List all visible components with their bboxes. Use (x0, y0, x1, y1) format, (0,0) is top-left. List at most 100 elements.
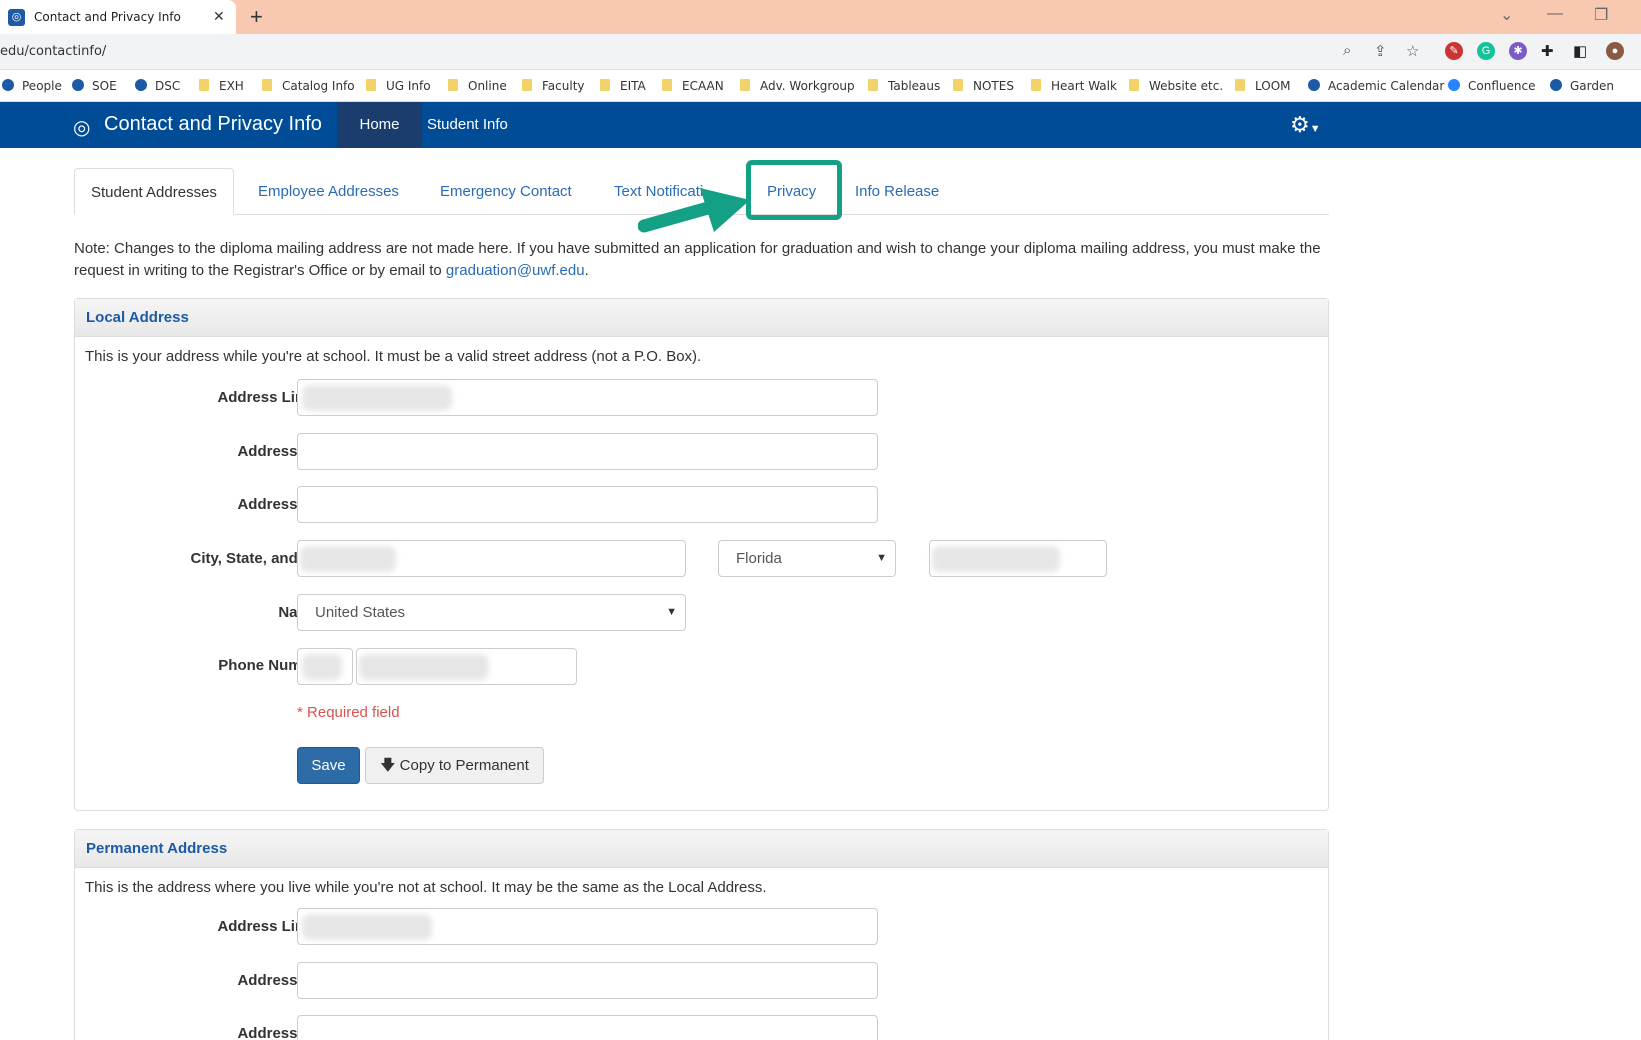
perm-address-line-1-input[interactable] (297, 908, 878, 945)
close-icon[interactable]: ✕ (213, 8, 225, 25)
bookmark[interactable]: Catalog Info (262, 79, 355, 93)
bookmark[interactable]: Heart Walk (1031, 79, 1117, 93)
bookmark[interactable]: DSC (135, 79, 180, 93)
state-select[interactable]: Florida ▼ (718, 540, 896, 577)
tab-info-release[interactable]: Info Release (855, 168, 939, 215)
chevron-down-icon: ▼ (1309, 123, 1321, 135)
chevron-down-icon: ▼ (876, 552, 887, 564)
bookmark[interactable]: NOTES (953, 79, 1014, 93)
folder-icon (522, 79, 532, 91)
uwf-swirl-icon (2, 79, 14, 91)
address-line-3-input[interactable] (297, 486, 878, 523)
folder-icon (868, 79, 878, 91)
puzzle-icon[interactable]: ✚ (1541, 42, 1554, 60)
uwf-swirl-icon (135, 79, 147, 91)
phone-number-input[interactable] (356, 648, 577, 685)
folder-icon (366, 79, 376, 91)
address-bar: edu/contactinfo/ ⌕ ⇪ ☆ ✎ G ✱ ✚ ◧ ● (0, 34, 1641, 70)
panel-title: Permanent Address (75, 830, 1328, 868)
uwf-swirl-icon: ◎ (8, 9, 25, 26)
bookmark[interactable]: Adv. Workgroup (740, 79, 855, 93)
bookmark[interactable]: LOOM (1235, 79, 1291, 93)
city-input[interactable] (297, 540, 686, 577)
chevron-down-icon: ▼ (666, 606, 677, 618)
tab-student-addresses[interactable]: Student Addresses (74, 168, 234, 215)
bookmark[interactable]: EITA (600, 79, 646, 93)
folder-icon (953, 79, 963, 91)
bookmark[interactable]: UG Info (366, 79, 431, 93)
restore-icon[interactable]: ❐ (1594, 5, 1608, 25)
bookmark[interactable]: Academic Calendar (1308, 79, 1444, 93)
star-icon[interactable]: ☆ (1406, 42, 1419, 60)
bookmark[interactable]: Online (448, 79, 507, 93)
tab-title: Contact and Privacy Info (34, 10, 181, 24)
folder-icon (448, 79, 458, 91)
copy-to-permanent-button[interactable]: 🡇 Copy to Permanent (365, 747, 544, 784)
folder-icon (1031, 79, 1041, 91)
bookmark[interactable]: People (2, 79, 62, 93)
tab-emergency-contact[interactable]: Emergency Contact (440, 168, 572, 215)
panel-description: This is your address while you're at sch… (85, 348, 702, 365)
bookmark[interactable]: SOE (72, 79, 117, 93)
confluence-icon (1448, 79, 1460, 91)
app-navbar: ◎ Contact and Privacy Info Home Student … (0, 102, 1641, 148)
panel-title: Local Address (75, 299, 1328, 337)
bookmark[interactable]: Faculty (522, 79, 585, 93)
perm-address-line-3-input[interactable] (297, 1015, 878, 1040)
perm-address-line-2-input[interactable] (297, 962, 878, 999)
extension-icon[interactable]: ✎ (1445, 42, 1463, 60)
extension-icon[interactable]: ✱ (1509, 42, 1527, 60)
folder-icon (600, 79, 610, 91)
bookmark[interactable]: ECAAN (662, 79, 724, 93)
plus-icon[interactable]: + (250, 4, 263, 30)
folder-icon (662, 79, 672, 91)
bookmark[interactable]: Tableaus (868, 79, 940, 93)
redacted-value (302, 654, 342, 680)
minimize-icon[interactable]: — (1547, 5, 1563, 23)
grammarly-icon[interactable]: G (1477, 42, 1495, 60)
share-icon[interactable]: ⇪ (1374, 42, 1387, 60)
bookmark[interactable]: Confluence (1448, 79, 1535, 93)
sidepanel-icon[interactable]: ◧ (1573, 42, 1587, 60)
gear-icon[interactable]: ⚙▼ (1290, 112, 1321, 138)
url-field[interactable]: edu/contactinfo/ (0, 44, 106, 59)
redacted-value (300, 546, 396, 572)
diploma-note: Note: Changes to the diploma mailing add… (74, 240, 1321, 279)
bookmarks-bar: People SOE DSC EXH Catalog Info UG Info … (0, 70, 1641, 102)
phone-area-input[interactable] (297, 648, 353, 685)
folder-icon (262, 79, 272, 91)
avatar[interactable]: ● (1606, 42, 1624, 60)
privacy-highlight-box (746, 160, 842, 220)
browser-tabstrip: ◎ Contact and Privacy Info ✕ + ⌄ — ❐ (0, 0, 1641, 34)
folder-icon (199, 79, 209, 91)
redacted-value (302, 385, 452, 411)
chevron-down-icon[interactable]: ⌄ (1500, 5, 1513, 25)
nation-select[interactable]: United States ▼ (297, 594, 686, 631)
zip-input[interactable] (929, 540, 1107, 577)
bookmark[interactable]: EXH (199, 79, 244, 93)
nav-home[interactable]: Home (337, 102, 422, 148)
permanent-address-panel: Permanent Address This is the address wh… (74, 829, 1329, 1040)
down-arrow-icon: 🡇 (380, 757, 396, 774)
uwf-swirl-icon (72, 79, 84, 91)
required-field-note: * Required field (297, 704, 400, 721)
uwf-swirl-icon (1550, 79, 1562, 91)
bookmark[interactable]: Website etc. (1129, 79, 1223, 93)
annotation-arrow (638, 188, 750, 233)
address-line-1-input[interactable] (297, 379, 878, 416)
bookmark[interactable]: Garden (1550, 79, 1614, 93)
brand-title[interactable]: Contact and Privacy Info (104, 113, 322, 136)
email-link[interactable]: graduation@uwf.edu (446, 262, 585, 279)
redacted-value (302, 914, 432, 940)
uwf-swirl-icon: ◎ (73, 117, 91, 139)
local-address-panel: Local Address This is your address while… (74, 298, 1329, 811)
browser-tab[interactable]: ◎ Contact and Privacy Info ✕ (0, 0, 236, 34)
tab-employee-addresses[interactable]: Employee Addresses (258, 168, 399, 215)
folder-icon (1235, 79, 1245, 91)
zoom-icon[interactable]: ⌕ (1343, 42, 1351, 59)
address-line-2-input[interactable] (297, 433, 878, 470)
folder-icon (740, 79, 750, 91)
save-button[interactable]: Save (297, 747, 360, 784)
nav-student-info[interactable]: Student Info (427, 102, 508, 148)
uwf-swirl-icon (1308, 79, 1320, 91)
